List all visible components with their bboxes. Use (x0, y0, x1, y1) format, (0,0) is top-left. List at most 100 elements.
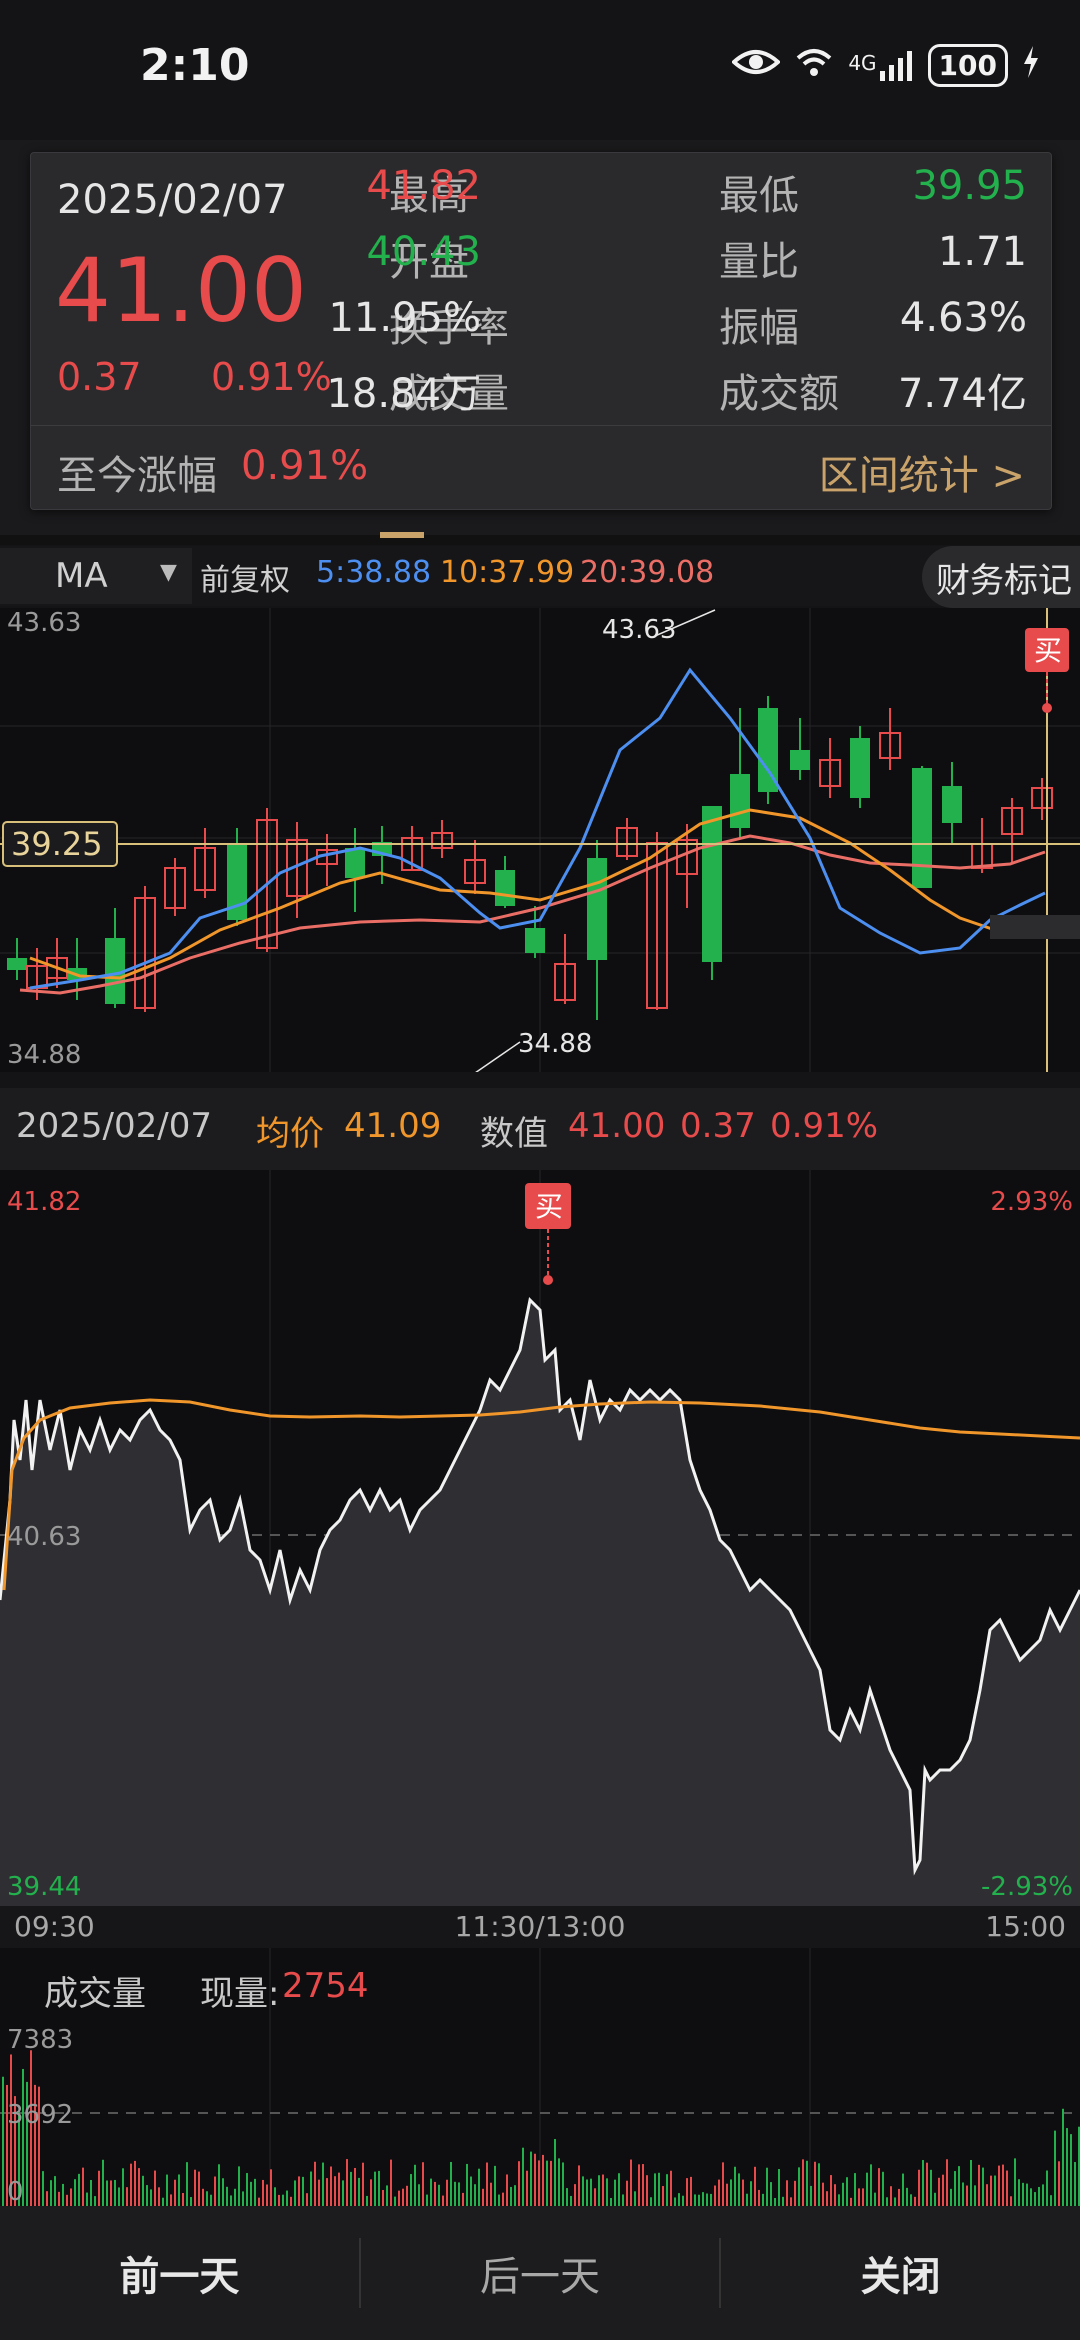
adjust-type[interactable]: 前复权 (200, 555, 290, 599)
volume-bar (618, 2173, 620, 2206)
volume-bar (870, 2164, 872, 2206)
since-change-label: 至今涨幅 (57, 453, 217, 499)
prev-day-button[interactable]: 前一天 (0, 2206, 359, 2340)
volume-bar (150, 2189, 152, 2206)
volume-bar (318, 2179, 320, 2206)
volume-bar (206, 2191, 208, 2206)
eye-icon (731, 46, 782, 86)
volume-bar (482, 2188, 484, 2206)
volume-bar (490, 2182, 492, 2206)
buy-marker-text: 买 (1034, 634, 1062, 667)
volume-bar (766, 2167, 768, 2206)
volume-bar (1002, 2164, 1004, 2206)
volume-bar (202, 2188, 204, 2206)
volume-bar (762, 2193, 764, 2206)
status-time: 2:10 (140, 40, 250, 91)
volume-bar (1074, 2162, 1076, 2206)
scroll-handle[interactable] (990, 915, 1080, 939)
close-button[interactable]: 关闭 (721, 2206, 1080, 2340)
volume-bar (818, 2163, 820, 2206)
volume-bar (122, 2168, 124, 2206)
value-low: 39.95 (912, 163, 1027, 209)
volume-bar (734, 2166, 736, 2206)
ma5-value: 5:38.88 (316, 555, 432, 590)
volume-bar (698, 2194, 700, 2206)
period-tab-bar (0, 535, 1080, 545)
volume-bar (158, 2187, 160, 2206)
label-amount: 成交额 (719, 371, 839, 417)
volume-bar (98, 2170, 100, 2206)
volume-bar (626, 2180, 628, 2206)
intraday-date: 2025/02/07 (16, 1106, 212, 1146)
volume-bar (774, 2197, 776, 2206)
volume-bar (798, 2167, 800, 2206)
volume-bar (726, 2183, 728, 2206)
volume-bar (346, 2159, 348, 2206)
volume-bar (458, 2182, 460, 2206)
volume-bar (814, 2161, 816, 2206)
volume-bar (398, 2190, 400, 2206)
volume-bar (518, 2161, 520, 2206)
volume-bar (534, 2153, 536, 2206)
volume-chart[interactable]: 7383 3692 0 (0, 1948, 1080, 2206)
time-end: 15:00 (985, 1910, 1066, 1943)
volume-bar (258, 2197, 260, 2206)
ma20-value: 20:39.08 (580, 555, 715, 590)
volume-bar (942, 2174, 944, 2206)
volume-bar (390, 2159, 392, 2206)
volume-bar (1038, 2186, 1040, 2206)
volume-bar (306, 2193, 308, 2206)
volume-bar (614, 2179, 616, 2206)
volume-bar (470, 2176, 472, 2206)
volume-bar (330, 2166, 332, 2206)
intraday-chart[interactable]: 买 41.82 40.63 39.44 2.93% -2.93% 09:30 1… (0, 1170, 1080, 1948)
volume-bar (250, 2181, 252, 2206)
volume-bar (806, 2160, 808, 2206)
popup-date: 2025/02/07 (57, 177, 288, 223)
volume-bar (890, 2186, 892, 2206)
volume-bar (926, 2162, 928, 2206)
popup-change-pct: 0.91% (211, 355, 332, 399)
volume-bar (434, 2181, 436, 2206)
volume-bar (254, 2178, 256, 2206)
volume-bar (746, 2193, 748, 2206)
volume-bar (478, 2168, 480, 2206)
volume-bar (530, 2151, 532, 2206)
volume-bar (210, 2194, 212, 2206)
volume-bar (966, 2185, 968, 2206)
volume-bar (454, 2181, 456, 2206)
volume-bar (742, 2179, 744, 2206)
volume-bar (486, 2162, 488, 2206)
buy-marker-text: 买 (535, 1190, 563, 1223)
volume-bar (322, 2162, 324, 2206)
volume-bar (874, 2192, 876, 2206)
volume-bar (410, 2174, 412, 2206)
volume-bar (686, 2178, 688, 2206)
volume-bar (414, 2164, 416, 2206)
volume-bar (822, 2182, 824, 2206)
volume-bar (178, 2174, 180, 2206)
label-volume-ratio: 量比 (719, 239, 799, 285)
volume-bar (1034, 2192, 1036, 2206)
volume-bar (782, 2196, 784, 2206)
volume-bar (722, 2162, 724, 2206)
volume-bar (238, 2166, 240, 2206)
volume-bar (366, 2195, 368, 2206)
volume-bar (854, 2173, 856, 2206)
next-day-button[interactable]: 后一天 (361, 2206, 720, 2340)
range-stats-link[interactable]: 区间统计 > (819, 443, 1025, 501)
volume-bar (294, 2180, 296, 2206)
volume-bar (506, 2174, 508, 2206)
volume-bar (50, 2180, 52, 2206)
finance-mark-button[interactable]: 财务标记 (922, 546, 1080, 608)
kline-y-bottom: 34.88 (7, 1040, 81, 1070)
volume-bar (830, 2175, 832, 2206)
volume-bar (858, 2188, 860, 2206)
volume-bar (638, 2164, 640, 2206)
volume-bar (710, 2193, 712, 2206)
volume-bar (106, 2180, 108, 2206)
volume-bar (374, 2171, 376, 2206)
value-amplitude: 4.63% (899, 295, 1027, 341)
kline-chart[interactable]: 43.63 34.88 43.63 34.88 39.25 买 (0, 608, 1080, 1072)
volume-bar (154, 2170, 156, 2206)
